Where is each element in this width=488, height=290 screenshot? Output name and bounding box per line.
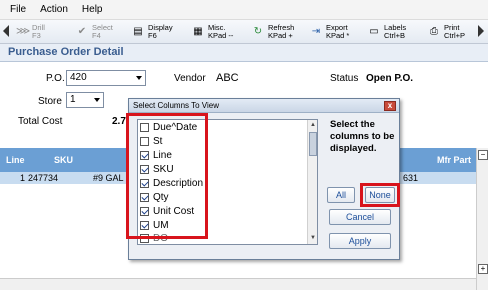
title-strip: Purchase Order Detail	[0, 44, 488, 62]
refresh-button[interactable]: ↻ Refresh KPad +	[252, 22, 294, 42]
store-label: Store	[38, 96, 62, 107]
labels-icon: ▭	[369, 26, 379, 37]
labels-button[interactable]: ▭ Labels Ctrl+B	[368, 22, 406, 42]
list-item[interactable]: SKU	[140, 162, 174, 176]
menu-bar: File Action Help	[0, 0, 488, 20]
checkbox[interactable]	[140, 164, 149, 174]
list-item[interactable]: UM	[140, 218, 169, 232]
menu-file[interactable]: File	[10, 4, 26, 15]
select-columns-dialog: Select Columns To View x Due^Date St Lin…	[126, 98, 400, 260]
none-button[interactable]: None	[365, 187, 395, 203]
cell-mfr-part: 631	[403, 173, 419, 183]
export-icon: ⇥	[311, 26, 321, 37]
checkbox[interactable]	[140, 220, 149, 230]
collapse-icon[interactable]: −	[478, 150, 488, 160]
list-scrollbar[interactable]: ▲ ▼	[307, 120, 317, 244]
list-item[interactable]: Unit Cost	[140, 204, 194, 218]
store-value: 1	[70, 94, 76, 105]
dialog-title: Select Columns To View	[133, 101, 219, 110]
toolbar: ⋙ Drill F3 ✔ Select F4 ▤ Display F6 ▦ Mi…	[0, 20, 488, 44]
checkbox[interactable]	[140, 122, 149, 132]
vendor-label: Vendor	[174, 73, 206, 84]
scroll-down-icon[interactable]: ▼	[309, 234, 317, 242]
total-cost-value: 2.7	[112, 116, 126, 127]
cancel-button[interactable]: Cancel	[329, 209, 391, 225]
checkmark-icon: ✔	[77, 26, 87, 37]
column-header-sku[interactable]: SKU	[54, 155, 73, 165]
expand-icon[interactable]: +	[478, 264, 488, 274]
printer-icon: ⎙	[430, 26, 438, 37]
dialog-titlebar[interactable]: Select Columns To View x	[129, 99, 399, 113]
list-item[interactable]: Qty	[140, 190, 169, 204]
toolbar-scroll-left-icon[interactable]	[3, 25, 9, 37]
list-item[interactable]: DO	[140, 232, 168, 244]
checkbox[interactable]	[140, 192, 149, 202]
vendor-value: ABC	[216, 72, 239, 84]
dialog-instructions: Select the columns to be displayed.	[330, 119, 395, 154]
checkbox[interactable]	[140, 206, 149, 216]
apply-button[interactable]: Apply	[329, 233, 391, 249]
grid-vertical-scrollbar[interactable]: − +	[476, 148, 488, 290]
list-item[interactable]: St	[140, 134, 162, 148]
chevron-down-icon	[94, 98, 100, 102]
list-item[interactable]: Due^Date	[140, 120, 197, 134]
checkbox[interactable]	[140, 136, 149, 146]
cell-line: 1	[20, 173, 26, 183]
display-icon: ▤	[133, 26, 143, 37]
po-value: 420	[70, 72, 87, 83]
misc-button[interactable]: ▦ Misc. KPad --	[192, 22, 233, 42]
menu-help[interactable]: Help	[82, 4, 103, 15]
checkbox[interactable]	[140, 178, 149, 188]
status-label: Status	[330, 73, 359, 84]
grid-icon: ▦	[193, 26, 203, 37]
chevron-down-icon	[136, 76, 142, 80]
checkbox[interactable]	[140, 233, 149, 243]
po-combo[interactable]: 420	[66, 70, 146, 86]
checkbox[interactable]	[140, 150, 149, 160]
refresh-icon: ↻	[253, 26, 263, 37]
total-cost-label: Total Cost	[18, 116, 63, 127]
all-button[interactable]: All	[327, 187, 355, 203]
column-header-mfr-part[interactable]: Mfr Part	[437, 155, 471, 165]
column-header-line[interactable]: Line	[6, 155, 25, 165]
scroll-thumb[interactable]	[309, 132, 317, 156]
list-item[interactable]: Line	[140, 148, 172, 162]
status-value: Open P.O.	[366, 73, 414, 84]
display-button[interactable]: ▤ Display F6	[132, 22, 172, 42]
export-button[interactable]: ⇥ Export KPad *	[310, 22, 350, 42]
columns-list: Due^Date St Line SKU Description Qty Uni…	[137, 119, 318, 245]
toolbar-scroll-right-icon[interactable]	[478, 25, 484, 37]
menu-action[interactable]: Action	[40, 4, 68, 15]
store-combo[interactable]: 1	[66, 92, 104, 108]
close-icon[interactable]: x	[384, 101, 396, 111]
cell-sku: 247734	[28, 173, 59, 183]
select-button[interactable]: ✔ Select F4	[76, 22, 113, 42]
cell-description: #9 GAL	[93, 173, 124, 183]
list-item[interactable]: Description	[140, 176, 203, 190]
drill-icon: ⋙	[16, 26, 31, 37]
print-button[interactable]: ⎙ Print Ctrl+P	[428, 22, 465, 42]
drill-button[interactable]: ⋙ Drill F3	[16, 22, 45, 42]
po-label: P.O.	[46, 73, 65, 84]
page-title: Purchase Order Detail	[8, 46, 124, 58]
scroll-up-icon[interactable]: ▲	[309, 121, 317, 129]
grid-horizontal-scrollbar[interactable]	[0, 278, 476, 290]
